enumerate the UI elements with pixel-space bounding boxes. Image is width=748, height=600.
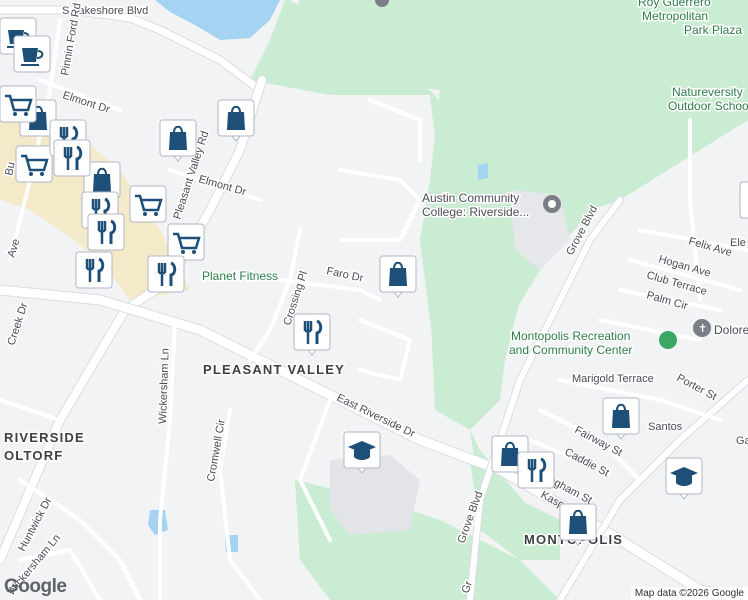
cross-icon: ✝ (698, 323, 707, 335)
restaurant-pin[interactable] (75, 251, 113, 289)
coffee-pin[interactable] (13, 35, 51, 73)
poi-label-montopolis-2: and Community Center (509, 343, 632, 357)
poi-label-acc-2: College: Riverside... (422, 205, 529, 219)
shopping-cart-pin[interactable] (167, 223, 205, 261)
street-label-creek: Creek Dr (5, 301, 30, 347)
street-label-santos: Santos (648, 421, 683, 433)
shopping-pin[interactable] (217, 99, 255, 142)
street-label-marigold: Marigold Terrace (572, 373, 654, 385)
poi-label-nature-1: Natureversity (672, 85, 743, 99)
poi-label-nature-2: Outdoor School (668, 99, 748, 113)
shopping-pin[interactable] (379, 255, 417, 298)
area-label-riverside: RIVERSIDE (4, 430, 85, 445)
poi-label-roy-2: Metropolitan (642, 9, 708, 23)
shopping-pin[interactable] (602, 397, 640, 440)
edge-pin[interactable] (739, 181, 748, 219)
google-logo: Google (4, 576, 67, 597)
poi-label-montopolis-1: Montopolis Recreation (511, 329, 630, 343)
poi-label-roy-3: Park Plaza (684, 23, 742, 37)
poi-label-planet-fitness: Planet Fitness (202, 269, 278, 283)
street-label-ga: Ga (736, 435, 748, 447)
poi-label-dolores: Dolores (714, 323, 748, 337)
area-label-pleasant-valley: PLEASANT VALLEY (203, 362, 345, 377)
restaurant-pin[interactable] (53, 139, 91, 177)
street-label-ele: Ele (730, 237, 746, 249)
street-label-palm-cir: Palm Cir (645, 289, 689, 312)
street-label-faro: Faro Dr (325, 265, 364, 285)
poi-label-acc-1: Austin Community (422, 191, 519, 205)
street-label-porter: Porter St (675, 372, 719, 403)
education-pin[interactable] (665, 457, 703, 500)
park-dot-montopolis (659, 331, 677, 349)
restaurant-pin[interactable] (517, 451, 555, 489)
street-label-elmont-upper: Elmont Dr (61, 89, 112, 116)
education-pin[interactable] (343, 431, 381, 474)
shopping-pin[interactable] (159, 119, 197, 162)
shopping-pin[interactable] (559, 503, 597, 546)
street-label-ave-left: Ave (5, 237, 22, 259)
shopping-cart-pin[interactable] (0, 85, 37, 123)
shopping-cart-pin[interactable] (129, 185, 167, 223)
map-view[interactable]: S Lakeshore Blvd Pinnin Ford Rd Elmont D… (0, 0, 748, 600)
poi-label-roy-1: Roy Guerrero (638, 0, 711, 9)
restaurant-pin[interactable] (293, 313, 331, 356)
map-attribution[interactable]: Map data ©2026 Google (630, 587, 748, 600)
map-canvas[interactable]: S Lakeshore Blvd Pinnin Ford Rd Elmont D… (0, 0, 748, 600)
pond-3 (478, 163, 488, 180)
shopping-cart-pin[interactable] (15, 145, 53, 183)
area-label-oltorf: OLTORF (4, 448, 63, 463)
restaurant-pin[interactable] (147, 255, 185, 293)
restaurant-pin[interactable] (87, 213, 125, 251)
